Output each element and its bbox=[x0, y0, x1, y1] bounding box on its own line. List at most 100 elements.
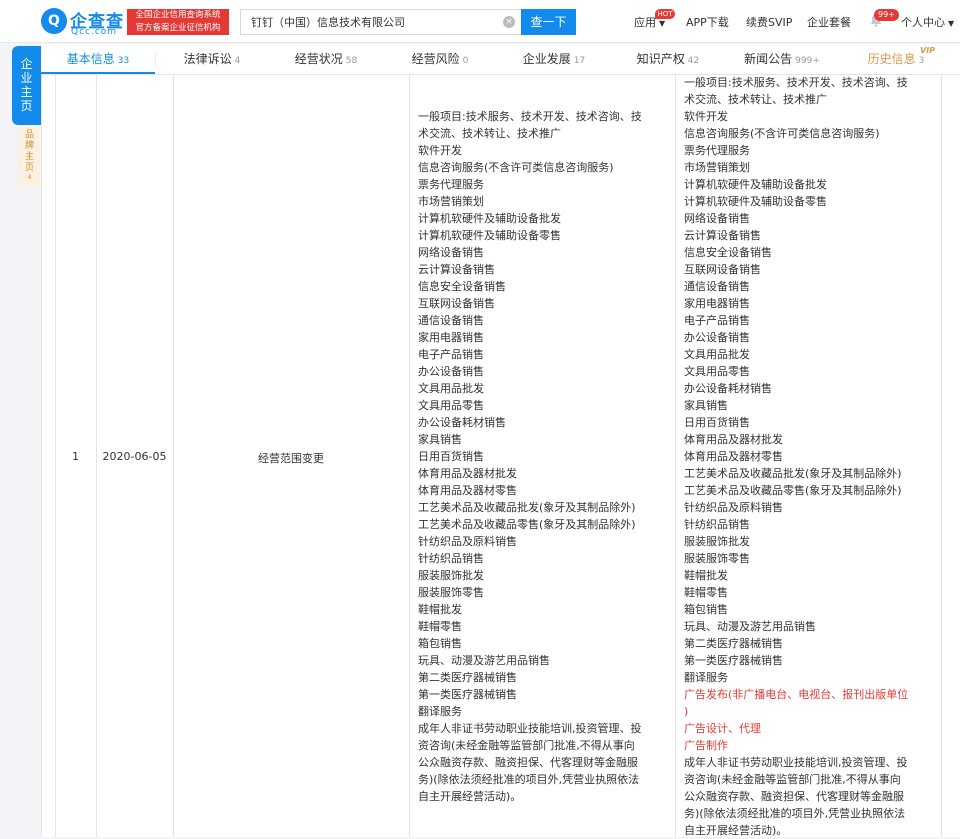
tab-label: 基本信息 bbox=[66, 52, 115, 66]
table-column-border bbox=[409, 75, 410, 837]
scope-line-before: 服装服饰零售 bbox=[418, 586, 484, 599]
scope-line-before: 家用电器销售 bbox=[418, 331, 484, 344]
scope-line-before: 互联网设备销售 bbox=[418, 297, 495, 310]
scope-line-before: 服装服饰批发 bbox=[418, 569, 484, 582]
scope-line-before: 文具用品批发 bbox=[418, 382, 484, 395]
message-count-badge: 99+ bbox=[874, 9, 899, 21]
search-box: × bbox=[240, 9, 521, 35]
tab-count: 17 bbox=[573, 56, 586, 66]
scope-line-after: 互联网设备销售 bbox=[684, 263, 761, 276]
brand-count: 4 bbox=[27, 174, 32, 181]
scope-line-before: 第二类医疗器械销售 bbox=[418, 671, 517, 684]
scope-line-after: 服装服饰批发 bbox=[684, 535, 750, 548]
scope-line-after: 办公设备耗材销售 bbox=[684, 382, 772, 395]
slogan-line-1: 全国企业信用查询系统 bbox=[135, 10, 221, 20]
scope-line-after: 鞋帽批发 bbox=[684, 569, 728, 582]
tab-label: 经营状况 bbox=[294, 52, 343, 66]
tab-label: 经营风险 bbox=[411, 52, 460, 66]
logo-mark-icon: Q bbox=[41, 8, 67, 34]
slogan-line-2: 官方备案企业征信机构 bbox=[135, 23, 221, 33]
table-column-border bbox=[941, 75, 942, 837]
scope-line-after: 公众融资存款、融资担保、代客理财等金融服 bbox=[684, 790, 904, 803]
scope-line-before: 针纺织品及原料销售 bbox=[418, 535, 517, 548]
scope-line-after: 文具用品批发 bbox=[684, 348, 750, 361]
scope-line-before: 办公设备耗材销售 bbox=[418, 416, 506, 429]
scope-line-before: 工艺美术品及收藏品零售(象牙及其制品除外) bbox=[418, 518, 636, 531]
tab-operations[interactable]: 经营状况 58 bbox=[269, 44, 383, 74]
scope-line-after: 家具销售 bbox=[684, 399, 728, 412]
scope-line-after: 玩具、动漫及游艺用品销售 bbox=[684, 620, 816, 633]
nav-apps-label: 应用 bbox=[634, 16, 656, 29]
scope-line-added: ) bbox=[684, 705, 689, 718]
brand-home-tab[interactable]: 品 牌 主 页 4 bbox=[18, 126, 41, 188]
scope-line-after: 市场营销策划 bbox=[684, 161, 750, 174]
tab-news[interactable]: 新闻公告 999+ bbox=[725, 44, 839, 74]
scope-line-after: 家用电器销售 bbox=[684, 297, 750, 310]
tab-count: 3 bbox=[918, 56, 925, 66]
qcc-logo[interactable]: Q 企查查 Qcc.com bbox=[41, 8, 127, 37]
scope-line-after: 一般项目:技术服务、技术开发、技术咨询、技 bbox=[684, 76, 908, 89]
table-column-border bbox=[675, 75, 676, 837]
scope-line-before: 工艺美术品及收藏品批发(象牙及其制品除外) bbox=[418, 501, 636, 514]
scope-line-before: 公众融资存款、融资担保、代客理财等金融服 bbox=[418, 756, 638, 769]
scope-line-before: 术交流、技术转让、技术推广 bbox=[418, 127, 561, 140]
search-button[interactable]: 查一下 bbox=[521, 9, 576, 35]
scope-line-before: 鞋帽零售 bbox=[418, 620, 462, 633]
scope-line-before: 办公设备销售 bbox=[418, 365, 484, 378]
scope-line-after: 计算机软硬件及辅助设备零售 bbox=[684, 195, 827, 208]
scope-line-after: 电子产品销售 bbox=[684, 314, 750, 327]
nav-renew-svip[interactable]: 续费SVIP bbox=[746, 14, 792, 30]
scope-line-before: 文具用品零售 bbox=[418, 399, 484, 412]
scope-line-before: 通信设备销售 bbox=[418, 314, 484, 327]
tab-count: 33 bbox=[117, 56, 130, 66]
scope-line-before: 计算机软硬件及辅助设备批发 bbox=[418, 212, 561, 225]
scope-line-after: 云计算设备销售 bbox=[684, 229, 761, 242]
scope-line-after: 第二类医疗器械销售 bbox=[684, 637, 783, 650]
nav-enterprise-plan[interactable]: 企业套餐 bbox=[807, 14, 851, 30]
change-item: 经营范围变更 bbox=[258, 452, 324, 465]
tab-development[interactable]: 企业发展 17 bbox=[497, 44, 611, 74]
scope-line-after: 术交流、技术转让、技术推广 bbox=[684, 93, 827, 106]
tab-count: 0 bbox=[462, 56, 469, 66]
tab-label: 法律诉讼 bbox=[183, 52, 232, 66]
scope-line-before: 体育用品及器材批发 bbox=[418, 467, 517, 480]
tab-ip[interactable]: 知识产权 42 bbox=[612, 44, 724, 74]
scope-line-after: 自主开展经营活动)。 bbox=[684, 824, 788, 837]
scope-line-before: 市场营销策划 bbox=[418, 195, 484, 208]
scope-line-before: 网络设备销售 bbox=[418, 246, 484, 259]
logo-domain: Qcc.com bbox=[71, 27, 118, 37]
scope-line-before: 资咨询(未经金融等监管部门批准,不得从事向 bbox=[418, 739, 635, 752]
tab-risk[interactable]: 经营风险 0 bbox=[384, 44, 496, 74]
scope-line-added: 广告制作 bbox=[684, 739, 728, 752]
content-before-change: 一般项目:技术服务、技术开发、技术咨询、技 术交流、技术转让、技术推广 软件开发 信息… bbox=[418, 108, 642, 805]
tab-count: 58 bbox=[345, 56, 358, 66]
section-tabs: 基本信息 33 法律诉讼 4 经营状况 58 经营风险 0 企业发展 17 知识产权 42 … bbox=[41, 44, 960, 75]
content-after-change: 一般项目:技术服务、技术开发、技术咨询、技 术交流、技术转让、技术推广 软件开发 信息… bbox=[684, 74, 908, 839]
scope-line-before: 针纺织品销售 bbox=[418, 552, 484, 565]
clear-search-icon[interactable]: × bbox=[503, 16, 515, 28]
company-home-tab[interactable]: 企 业 主 页 bbox=[12, 46, 41, 125]
nav-app-download[interactable]: APP下载 bbox=[686, 14, 729, 30]
tab-history[interactable]: 历史信息 3 bbox=[840, 44, 952, 74]
scope-line-after: 翻译服务 bbox=[684, 671, 728, 684]
side-main-char: 页 bbox=[20, 99, 33, 113]
scope-line-before: 软件开发 bbox=[418, 144, 462, 157]
tab-label: 企业发展 bbox=[522, 52, 571, 66]
side-main-char: 主 bbox=[20, 85, 33, 99]
scope-line-added: 广告设计、代理 bbox=[684, 722, 761, 735]
search-input[interactable] bbox=[241, 10, 496, 34]
scope-line-before: 云计算设备销售 bbox=[418, 263, 495, 276]
scope-line-after: 第一类医疗器械销售 bbox=[684, 654, 783, 667]
scope-line-after: 通信设备销售 bbox=[684, 280, 750, 293]
tab-basic-info[interactable]: 基本信息 33 bbox=[41, 44, 155, 74]
scope-line-after: 针纺织品及原料销售 bbox=[684, 501, 783, 514]
scope-line-added: 广告发布(非广播电台、电视台、报刊出版单位 bbox=[684, 688, 909, 701]
scope-line-after: 信息咨询服务(不含许可类信息咨询服务) bbox=[684, 127, 880, 140]
side-main-char: 企 bbox=[20, 57, 33, 71]
nav-personal-center[interactable]: 个人中心 ▼ bbox=[901, 14, 954, 30]
tab-label: 新闻公告 bbox=[744, 52, 793, 66]
scope-line-before: 翻译服务 bbox=[418, 705, 462, 718]
scope-line-before: 体育用品及器材零售 bbox=[418, 484, 517, 497]
tab-legal[interactable]: 法律诉讼 4 bbox=[156, 44, 268, 74]
scope-line-after: 务)(除依法须经批准的项目外,凭营业执照依法 bbox=[684, 807, 906, 820]
